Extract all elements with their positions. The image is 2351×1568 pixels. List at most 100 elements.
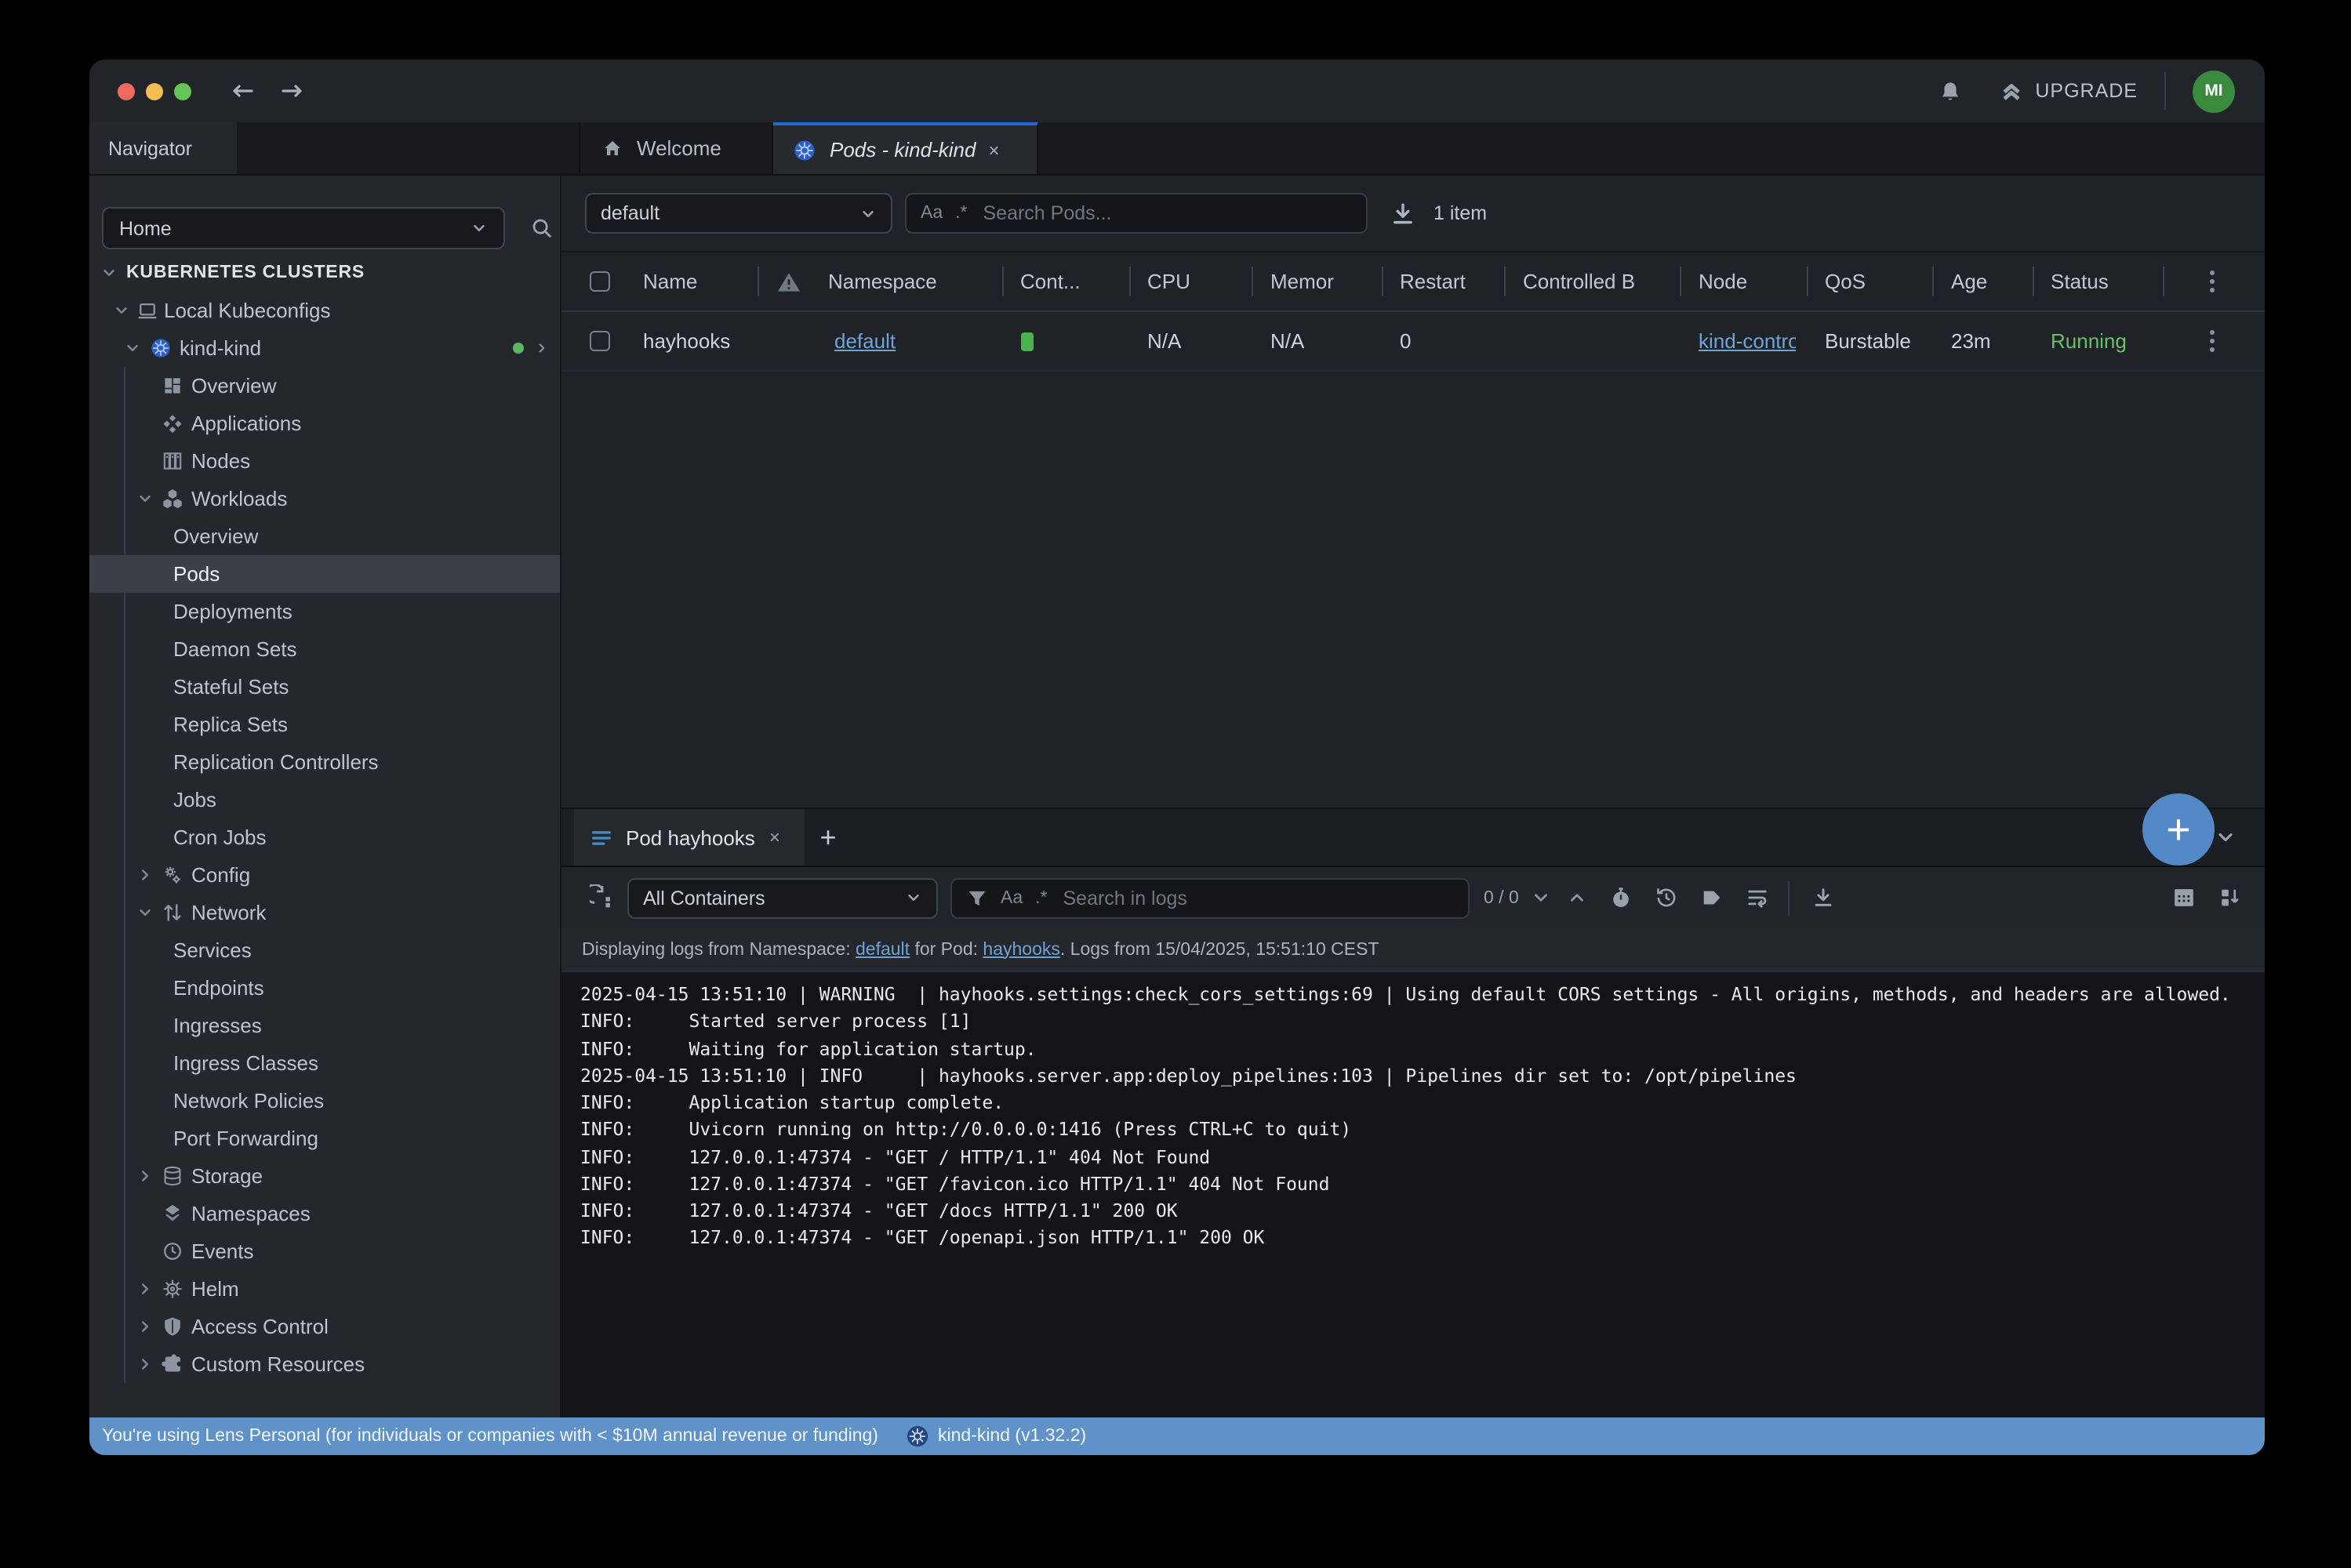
sidebar-item-cron-jobs[interactable]: Cron Jobs (89, 818, 560, 856)
logs-output[interactable]: 2025-04-15 13:51:10 | WARNING | hayhooks… (561, 972, 2265, 1417)
sidebar-item-daemon-sets[interactable]: Daemon Sets (89, 630, 560, 668)
notifications-bell-icon[interactable] (1938, 79, 1961, 103)
sidebar-item-replica-sets[interactable]: Replica Sets (89, 706, 560, 743)
pod-link[interactable]: hayhooks (983, 940, 1059, 959)
column-header-node[interactable]: Node (1680, 252, 1806, 310)
table-row[interactable]: hayhooksdefaultN/AN/A0kind-controBurstab… (561, 312, 2265, 372)
column-header-age[interactable]: Age (1932, 252, 2032, 310)
pods-search-input[interactable] (980, 201, 1353, 226)
shield-icon (161, 1316, 183, 1338)
back-arrow-icon[interactable] (231, 78, 256, 103)
namespace-select[interactable]: default (585, 193, 892, 234)
zoom-window-button[interactable] (174, 82, 191, 100)
restarts-value: 0 (1400, 329, 1411, 353)
chevron-right-icon (136, 1356, 153, 1373)
row-cell: kind-contro (1680, 312, 1806, 370)
regex-toggle[interactable]: .* (955, 204, 967, 223)
sidebar-item-events[interactable]: Events (89, 1232, 560, 1270)
sidebar-item-network[interactable]: Network (89, 894, 560, 931)
sidebar-item-services[interactable]: Services (89, 931, 560, 969)
sidebar-item-namespaces[interactable]: Namespaces (89, 1195, 560, 1232)
column-label: Namespace (828, 270, 937, 293)
show-timestamps-icon[interactable] (1610, 886, 1633, 909)
column-header-qos[interactable]: QoS (1806, 252, 1932, 310)
tag-icon[interactable] (1701, 886, 1724, 909)
sidebar-item-custom-resources[interactable]: Custom Resources (89, 1345, 560, 1383)
column-header-namespace[interactable]: Namespace (758, 252, 1001, 310)
avatar[interactable]: MI (2193, 70, 2235, 112)
upgrade-button[interactable]: UPGRADE (1999, 79, 2138, 103)
forward-arrow-icon[interactable] (279, 78, 304, 103)
sidebar-search-icon[interactable] (530, 216, 554, 240)
match-case-toggle[interactable]: Aa (1001, 888, 1023, 907)
download-icon[interactable] (1390, 200, 1416, 227)
minimize-window-button[interactable] (146, 82, 163, 100)
sidebar-item-helm[interactable]: Helm (89, 1270, 560, 1308)
close-dock-tab-icon[interactable]: × (769, 826, 780, 848)
calendar-icon[interactable] (2172, 886, 2196, 909)
sidebar-item-local-kubeconfigs[interactable]: Local Kubeconfigs (89, 292, 560, 329)
regex-toggle[interactable]: .* (1035, 888, 1047, 907)
sidebar-item-access-control[interactable]: Access Control (89, 1308, 560, 1345)
column-header-cpu[interactable]: CPU (1128, 252, 1252, 310)
close-tab-icon[interactable]: × (988, 139, 999, 161)
column-header-cont[interactable]: Cont... (1001, 252, 1128, 310)
namespace-link[interactable]: default (856, 940, 910, 959)
new-dock-tab-button[interactable]: + (805, 809, 852, 866)
namespace-link[interactable]: default (834, 329, 896, 353)
sidebar-item-deployments[interactable]: Deployments (89, 593, 560, 630)
sidebar-item-ingress-classes[interactable]: Ingress Classes (89, 1044, 560, 1082)
node-link[interactable]: kind-contro (1699, 329, 1796, 353)
filter-icon[interactable] (966, 887, 988, 909)
logs-search-input[interactable] (1060, 885, 1455, 910)
tab-pods-kind-kind[interactable]: Pods - kind-kind × (773, 122, 1038, 174)
follow-logs-icon[interactable] (590, 884, 616, 911)
close-window-button[interactable] (118, 82, 135, 100)
location-select[interactable]: Home (102, 207, 505, 249)
column-header-restart[interactable]: Restart (1381, 252, 1504, 310)
row-cell (1504, 312, 1680, 370)
container-select[interactable]: All Containers (627, 877, 938, 918)
row-menu-kebab-icon[interactable] (2210, 339, 2215, 343)
sidebar-item-pods[interactable]: Pods (89, 555, 560, 593)
sidebar-item-port-forwarding[interactable]: Port Forwarding (89, 1120, 560, 1157)
dock-tab-label: Pod hayhooks (626, 826, 755, 849)
sidebar-item-applications[interactable]: Applications (89, 405, 560, 442)
sidebar-item-nodes[interactable]: Nodes (89, 442, 560, 480)
sidebar-item-kind-kind[interactable]: kind-kind (89, 329, 560, 367)
add-resource-fab[interactable]: + (2142, 793, 2215, 866)
sidebar-item-storage[interactable]: Storage (89, 1157, 560, 1195)
log-line: INFO: 127.0.0.1:47374 - "GET /favicon.ic… (580, 1171, 2265, 1199)
sidebar-item-workloads[interactable]: Workloads (89, 480, 560, 517)
sidebar-item-jobs[interactable]: Jobs (89, 781, 560, 818)
scroll-to-bottom-icon[interactable] (2218, 886, 2241, 909)
column-header-controlled-b[interactable]: Controlled B (1504, 252, 1680, 310)
sidebar-item-stateful-sets[interactable]: Stateful Sets (89, 668, 560, 706)
select-all-checkbox[interactable] (590, 271, 610, 292)
collapse-dock-icon[interactable] (2215, 826, 2237, 848)
sidebar-item-replication-controllers[interactable]: Replication Controllers (89, 743, 560, 781)
column-header-name[interactable]: Name (561, 252, 758, 310)
previous-logs-icon[interactable] (1655, 886, 1679, 909)
column-header-memor[interactable]: Memor (1252, 252, 1381, 310)
sidebar-item-endpoints[interactable]: Endpoints (89, 969, 560, 1007)
match-case-toggle[interactable]: Aa (921, 204, 943, 223)
sidebar-item-ingresses[interactable]: Ingresses (89, 1007, 560, 1044)
dock-tab-pod-hayhooks[interactable]: Pod hayhooks × (574, 809, 805, 866)
column-menu-kebab-icon[interactable] (2210, 279, 2215, 284)
prev-match-chevron-icon[interactable] (1568, 887, 1588, 908)
tab-welcome[interactable]: Welcome (579, 122, 773, 174)
container-select-value: All Containers (643, 887, 765, 909)
chevron-right-icon[interactable] (535, 341, 549, 355)
sidebar-item-kubernetes-clusters[interactable]: KUBERNETES CLUSTERS (89, 254, 560, 292)
sidebar-item-config[interactable]: Config (89, 856, 560, 894)
sidebar-item-network-policies[interactable]: Network Policies (89, 1082, 560, 1120)
next-match-chevron-icon[interactable] (1532, 887, 1552, 908)
download-logs-icon[interactable] (1812, 886, 1836, 909)
sidebar-item-overview[interactable]: Overview (89, 517, 560, 555)
column-header-status[interactable]: Status (2032, 252, 2163, 310)
sidebar-item-overview[interactable]: Overview (89, 367, 560, 405)
row-checkbox[interactable] (590, 331, 610, 351)
cluster-status[interactable]: kind-kind (v1.32.2) (907, 1425, 1086, 1447)
wrap-lines-icon[interactable] (1746, 886, 1770, 909)
